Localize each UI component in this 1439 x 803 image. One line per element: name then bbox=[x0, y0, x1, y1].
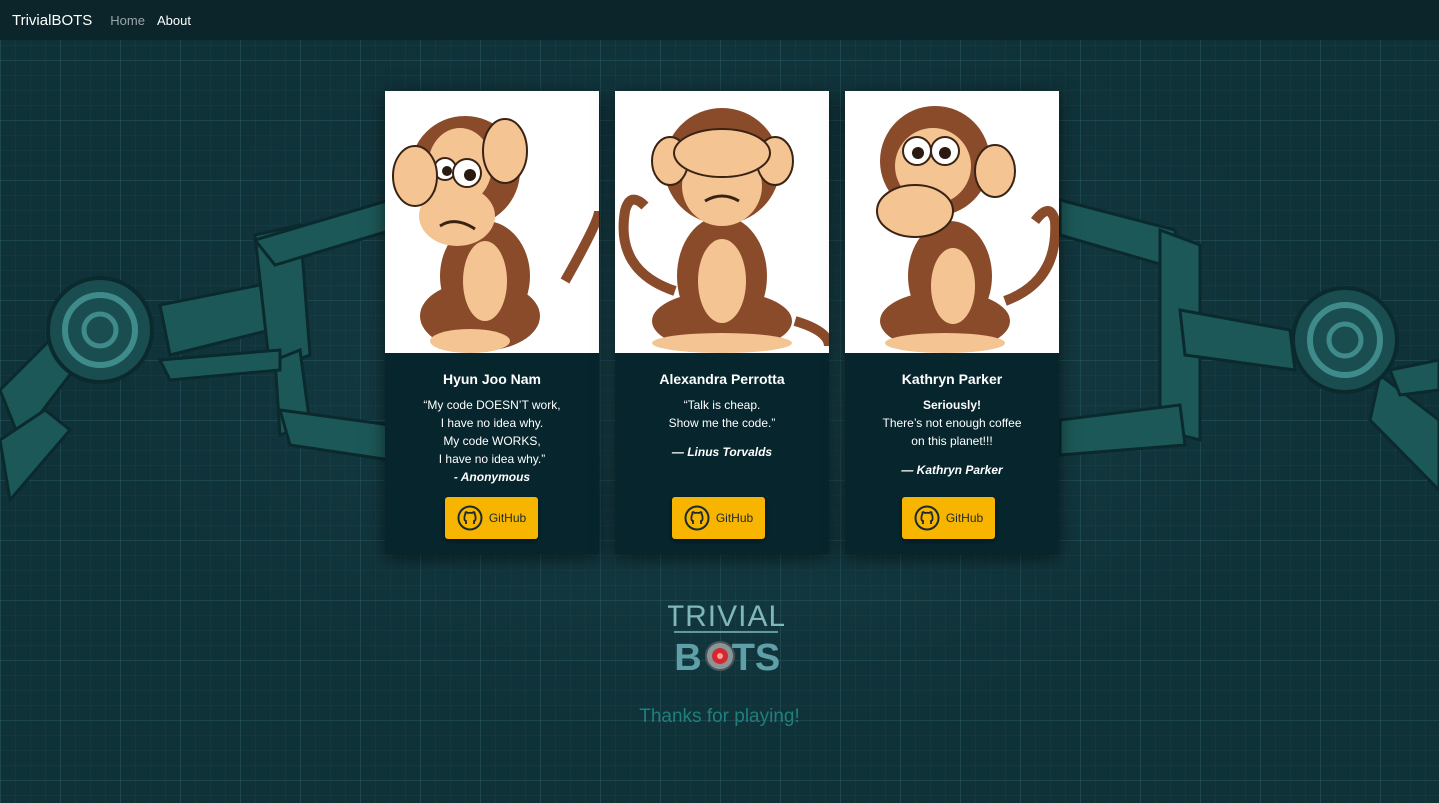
card-name: Alexandra Perrotta bbox=[659, 371, 785, 387]
navbar: TrivialBOTS Home About bbox=[0, 0, 1439, 40]
thanks-message: Thanks for playing! bbox=[639, 706, 800, 727]
github-icon bbox=[914, 505, 940, 531]
nav-link-home[interactable]: Home bbox=[110, 13, 145, 28]
monkey-hear-no-evil-image bbox=[385, 91, 599, 353]
github-button-label: GitHub bbox=[945, 511, 984, 525]
logo-line2-pre: B bbox=[674, 637, 701, 678]
quote-attribution: — Linus Torvalds bbox=[671, 445, 773, 459]
team-card: Hyun Joo Nam “My code DOESN’T work, I ha… bbox=[385, 91, 599, 554]
card-name: Hyun Joo Nam bbox=[442, 371, 541, 387]
quote-line: Seriously! bbox=[922, 398, 982, 412]
card-quote: Seriously! There’s not enough coffee on … bbox=[883, 396, 1022, 479]
logo-line1: TRIVIAL bbox=[668, 600, 784, 633]
quote-attribution: — Kathryn Parker bbox=[901, 463, 1003, 477]
quote-line: on this planet!!! bbox=[911, 434, 993, 448]
team-card: Kathryn Parker Seriously! There’s not en… bbox=[845, 91, 1059, 554]
github-button[interactable]: GitHub bbox=[902, 497, 995, 539]
card-quote: “Talk is cheap. Show me the code.” — Lin… bbox=[669, 396, 776, 461]
github-button[interactable]: GitHub bbox=[445, 497, 538, 539]
monkey-speak-no-evil-image bbox=[845, 91, 1059, 353]
quote-line: Show me the code.” bbox=[668, 416, 776, 430]
quote-line: “Talk is cheap. bbox=[683, 398, 761, 412]
nav-link-about[interactable]: About bbox=[157, 13, 191, 28]
quote-line: There’s not enough coffee bbox=[882, 416, 1022, 430]
robot-arm-left-decoration bbox=[0, 198, 394, 504]
quote-line: I have no idea why.” bbox=[438, 452, 546, 466]
quote-line: I have no idea why. bbox=[440, 416, 544, 430]
logo-line2-post: TS bbox=[732, 637, 781, 678]
quote-attribution: - Anonymous bbox=[453, 470, 531, 484]
github-button-label: GitHub bbox=[715, 511, 754, 525]
team-cards: Hyun Joo Nam “My code DOESN’T work, I ha… bbox=[385, 91, 1059, 554]
team-card: Alexandra Perrotta “Talk is cheap. Show … bbox=[615, 91, 829, 554]
github-icon bbox=[457, 505, 483, 531]
card-name: Kathryn Parker bbox=[901, 371, 1003, 387]
github-icon bbox=[684, 505, 710, 531]
quote-line: My code WORKS, bbox=[443, 434, 541, 448]
brand-link[interactable]: TrivialBOTS bbox=[12, 12, 92, 29]
quote-line: “My code DOESN’T work, bbox=[423, 398, 561, 412]
trivialbots-logo: TRIVIAL B TS bbox=[668, 600, 784, 678]
github-button-label: GitHub bbox=[488, 511, 527, 525]
card-quote: “My code DOESN’T work, I have no idea wh… bbox=[423, 396, 560, 486]
robot-arm-right-decoration bbox=[1058, 198, 1439, 493]
github-button[interactable]: GitHub bbox=[672, 497, 765, 539]
monkey-see-no-evil-image bbox=[615, 91, 829, 353]
